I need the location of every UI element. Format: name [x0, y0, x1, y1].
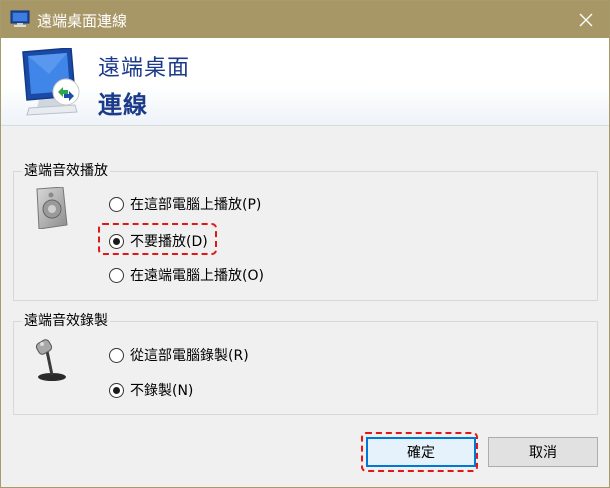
banner-title-line1: 遠端桌面	[98, 56, 191, 81]
radio-do-not-record[interactable]: 不錄製(N)	[109, 380, 193, 400]
banner-title-line2: 連線	[98, 91, 148, 119]
radio-label: 不錄製(N)	[130, 383, 194, 399]
radio-label: 在遠端電腦上播放(O)	[130, 268, 264, 284]
remote-audio-recording-group: 遠端音效錄製	[13, 312, 598, 415]
window-title: 遠端桌面連線	[37, 12, 128, 30]
radio-indicator	[109, 196, 124, 212]
highlight-do-not-play	[98, 223, 217, 255]
remote-desktop-app-icon	[10, 10, 30, 27]
radio-play-on-this-computer[interactable]: 在這部電腦上播放(P)	[109, 194, 261, 214]
close-icon	[579, 13, 593, 26]
radio-indicator	[109, 267, 124, 283]
title-bar[interactable]: 遠端桌面連線	[1, 1, 609, 38]
header-banner: 遠端桌面 連線	[1, 38, 609, 126]
radio-play-on-remote-computer[interactable]: 在遠端電腦上播放(O)	[109, 265, 264, 285]
highlight-ok-button	[361, 432, 478, 472]
microphone-icon	[35, 339, 66, 381]
radio-label: 在這部電腦上播放(P)	[130, 197, 262, 213]
radio-record-from-this-computer[interactable]: 從這部電腦錄製(R)	[109, 345, 249, 365]
recording-group-legend: 遠端音效錄製	[22, 312, 110, 330]
dialog-window: 遠端桌面連線 遠端桌面 連線 遠端音效播放 在這部電腦上播放(P) 不要播放(D…	[0, 0, 610, 488]
playback-group-legend: 遠端音效播放	[22, 162, 110, 180]
close-button[interactable]	[563, 1, 609, 38]
radio-indicator-checked	[109, 382, 124, 398]
speaker-icon	[36, 187, 68, 229]
radio-label: 從這部電腦錄製(R)	[130, 348, 249, 364]
remote-desktop-monitor-icon	[22, 48, 80, 116]
radio-indicator	[109, 347, 124, 363]
cancel-button[interactable]: 取消	[488, 437, 598, 467]
